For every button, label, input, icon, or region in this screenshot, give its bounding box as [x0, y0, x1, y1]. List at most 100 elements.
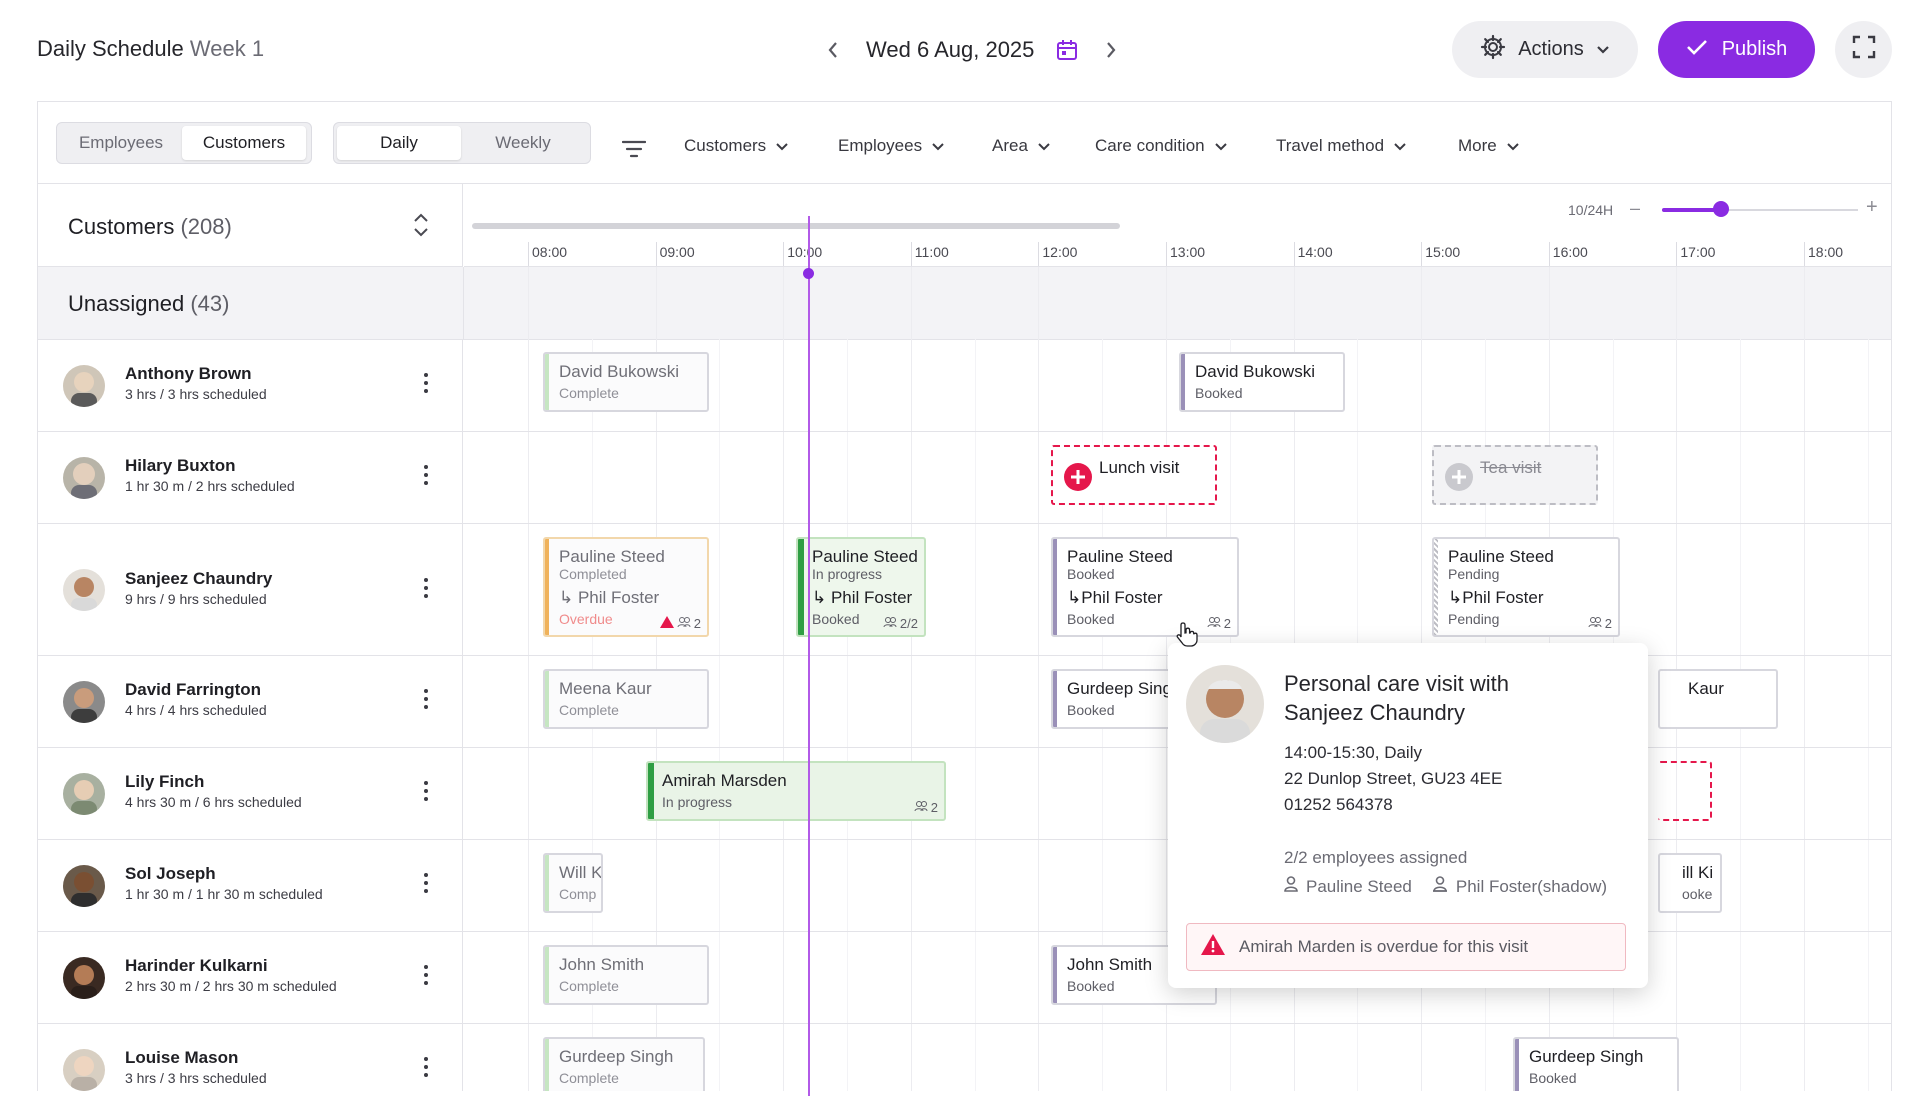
visit-card[interactable]: Meena Kaur Complete	[543, 669, 709, 729]
current-date: Wed 6 Aug, 2025	[866, 37, 1035, 62]
customer-name: Sol Joseph	[125, 864, 216, 883]
chevron-down-icon	[1596, 38, 1610, 61]
actions-label: Actions	[1518, 38, 1584, 60]
filter-travel-method[interactable]: Travel method	[1276, 136, 1406, 156]
actions-button[interactable]: Actions	[1452, 21, 1638, 78]
current-time-line	[808, 216, 810, 1096]
zoom-slider-handle[interactable]	[1712, 201, 1729, 217]
unassigned-visit-card[interactable]	[1658, 761, 1712, 821]
chevron-down-icon	[932, 136, 944, 156]
assigned-count: 2/2 employees assigned	[1284, 848, 1468, 867]
add-employee-icon[interactable]	[1063, 462, 1093, 497]
warning-icon	[659, 616, 674, 631]
zoom-in-icon[interactable]: +	[1866, 196, 1878, 219]
more-options-icon[interactable]	[423, 373, 429, 393]
visit-status: Booked	[1067, 702, 1115, 718]
unassigned-visit-card[interactable]: Lunch visit	[1051, 445, 1217, 505]
secondary-employee-name: Phil Foster	[577, 588, 660, 607]
visit-card[interactable]: David Bukowski Booked	[1179, 352, 1345, 412]
horizontal-scrollbar[interactable]	[472, 223, 1120, 229]
customer-row[interactable]: Hilary Buxton 1 hr 30 m / 2 hrs schedule…	[38, 432, 1891, 524]
visit-employee: Pauline Steed	[1448, 547, 1554, 566]
hour-label: 10:00	[787, 244, 823, 260]
hour-tick	[1804, 242, 1805, 266]
customer-info: Lily Finch 4 hrs 30 m / 6 hrs scheduled	[38, 748, 463, 839]
customer-name: Hilary Buxton	[125, 456, 236, 475]
customer-info: Louise Mason 3 hrs / 3 hrs scheduled	[38, 1024, 463, 1091]
current-time-marker	[803, 268, 814, 279]
customers-count: (208)	[180, 214, 232, 239]
publish-button[interactable]: Publish	[1658, 21, 1815, 78]
visit-card[interactable]: Kaur	[1658, 669, 1778, 729]
cancelled-visit-card[interactable]: Tea visit	[1432, 445, 1598, 505]
visit-card[interactable]: Pauline Steed Booked ↳Phil Foster Booked…	[1051, 537, 1239, 637]
popup-title: Personal care visit with	[1284, 671, 1509, 696]
more-options-icon[interactable]	[423, 689, 429, 709]
secondary-employee: ↳Phil Foster	[1448, 588, 1544, 607]
avatar	[63, 865, 105, 907]
visit-card[interactable]: David Bukowski Complete	[543, 352, 709, 412]
avatar	[63, 681, 105, 723]
more-options-icon[interactable]	[423, 465, 429, 485]
filter-care-condition[interactable]: Care condition	[1095, 136, 1227, 156]
visit-card[interactable]: Amirah Marsden In progress 2	[646, 761, 946, 821]
visit-card[interactable]: ill Ki ooke	[1658, 853, 1722, 913]
fullscreen-button[interactable]	[1835, 21, 1892, 78]
status-bar	[545, 947, 549, 1003]
secondary-employee-name: Phil Foster	[830, 588, 913, 607]
filter-employees[interactable]: Employees	[838, 136, 944, 156]
chevron-down-icon	[1507, 136, 1519, 156]
visit-status: Complete	[559, 978, 619, 994]
hour-tick	[1293, 242, 1295, 266]
people-icon	[677, 616, 691, 631]
status-bar	[648, 763, 654, 819]
customers-title: Customers	[68, 214, 175, 239]
calendar-icon[interactable]	[1056, 39, 1078, 61]
toggle-weekly[interactable]: Weekly	[461, 126, 585, 160]
secondary-employee-name: Phil Foster	[1081, 588, 1163, 607]
toggle-customers[interactable]: Customers	[182, 126, 306, 160]
customer-name: Lily Finch	[125, 772, 205, 791]
more-options-icon[interactable]	[423, 578, 429, 598]
status-bar	[1053, 671, 1057, 727]
zoom-out-icon[interactable]: –	[1630, 198, 1640, 219]
more-options-icon[interactable]	[423, 965, 429, 985]
assigned-employees: Pauline Steed Phil Foster(shadow)	[1284, 876, 1607, 897]
filter-customers[interactable]: Customers	[684, 136, 788, 156]
visit-card[interactable]: Pauline Steed Pending ↳Phil Foster Pendi…	[1432, 537, 1620, 637]
visit-card[interactable]: Pauline Steed Completed ↳ Phil Foster Ov…	[543, 537, 709, 637]
more-options-icon[interactable]	[423, 1057, 429, 1077]
visit-card[interactable]: John Smith Complete	[543, 945, 709, 1005]
page-title: Daily Schedule Week 1	[37, 36, 264, 62]
shadow-employee-name: Phil Foster	[1455, 876, 1538, 896]
chevron-right-icon[interactable]	[1100, 39, 1122, 61]
toggle-daily[interactable]: Daily	[337, 126, 461, 160]
toggle-employees[interactable]: Employees	[60, 126, 182, 160]
employee-count-value: 2	[1604, 616, 1612, 631]
status-bar	[1434, 539, 1438, 635]
sort-icon[interactable]	[412, 212, 430, 243]
popup-customer-name: Sanjeez Chaundry	[1284, 700, 1466, 725]
visit-employee: Gurdeep Singh	[1529, 1047, 1644, 1066]
customer-row[interactable]: Anthony Brown 3 hrs / 3 hrs scheduled	[38, 340, 1891, 432]
week-label: Week 1	[189, 36, 265, 61]
chevron-left-icon[interactable]	[822, 39, 844, 61]
visit-card[interactable]: Will K Comp	[543, 853, 603, 913]
more-options-icon[interactable]	[423, 781, 429, 801]
visit-card[interactable]: Pauline Steed In progress ↳ Phil Foster …	[796, 537, 926, 637]
filter-more[interactable]: More	[1458, 136, 1519, 156]
employee-count: 2	[1588, 616, 1612, 631]
person-icon	[1284, 876, 1298, 897]
zoom-label: 10/24H	[1568, 202, 1614, 218]
visit-card[interactable]: Gurdeep Singh Booked	[1513, 1037, 1679, 1091]
avatar	[63, 457, 105, 499]
hour-tick	[1038, 242, 1040, 266]
filter-icon[interactable]	[621, 140, 647, 163]
avatar	[63, 773, 105, 815]
hour-tick	[910, 242, 912, 266]
visit-employee: Gurdeep Singh	[559, 1047, 674, 1066]
visit-card[interactable]: Gurdeep Singh Complete	[543, 1037, 705, 1091]
customer-info: Sol Joseph 1 hr 30 m / 1 hr 30 m schedul…	[38, 840, 463, 931]
filter-area[interactable]: Area	[992, 136, 1050, 156]
more-options-icon[interactable]	[423, 873, 429, 893]
